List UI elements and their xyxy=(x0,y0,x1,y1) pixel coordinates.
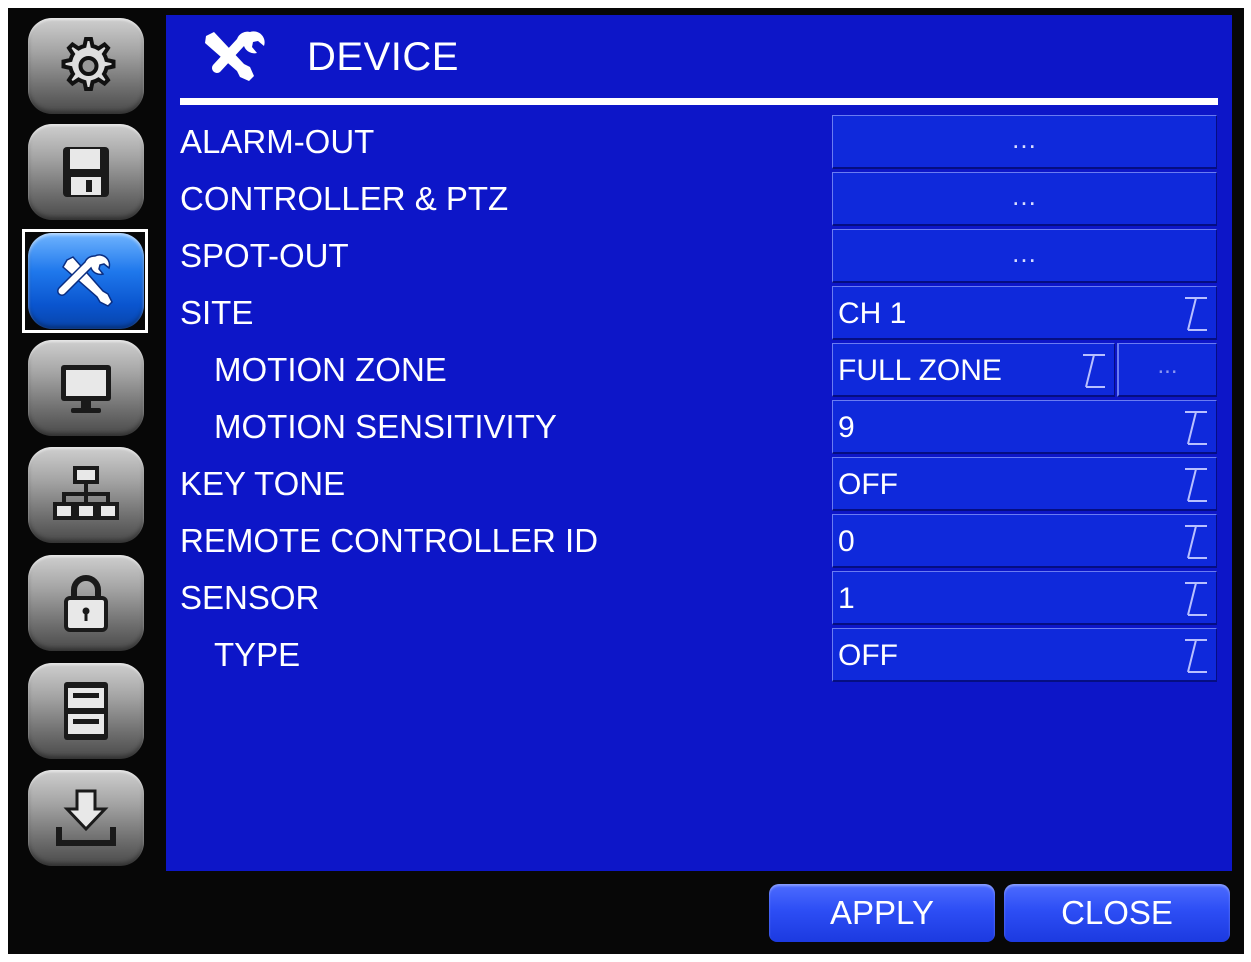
motion-sensitivity-value: 9 xyxy=(838,411,855,444)
label-key-tone: KEY TONE xyxy=(180,465,346,502)
dropdown-arrow-icon xyxy=(1182,465,1210,505)
label-type: TYPE xyxy=(214,636,301,673)
storage-icon xyxy=(64,682,108,740)
motion-zone-setup-button[interactable]: ... xyxy=(1117,343,1217,397)
apply-button[interactable]: APPLY xyxy=(769,884,995,942)
sidebar-item-device[interactable] xyxy=(28,233,144,329)
controller-ptz-value: ... xyxy=(1012,181,1037,211)
label-remote-controller-id: REMOTE CONTROLLER ID xyxy=(180,522,599,559)
dropdown-arrow-icon xyxy=(1182,636,1210,676)
site-value: CH 1 xyxy=(838,297,907,330)
dropdown-arrow-icon xyxy=(1182,408,1210,448)
sidebar-item-storage[interactable] xyxy=(28,663,144,759)
remote-controller-id-value: 0 xyxy=(838,525,855,558)
sidebar-item-security[interactable] xyxy=(28,555,144,651)
alarm-out-button[interactable]: ... xyxy=(832,115,1217,169)
label-controller-ptz: CONTROLLER & PTZ xyxy=(180,180,509,217)
monitor-icon xyxy=(61,365,111,413)
wrench-screwdriver-icon xyxy=(57,254,113,307)
label-motion-sensitivity: MOTION SENSITIVITY xyxy=(214,408,557,445)
sidebar-item-display[interactable] xyxy=(28,340,144,436)
motion-zone-value: FULL ZONE xyxy=(838,354,1002,387)
label-site: SITE xyxy=(180,294,254,331)
sensor-type-select[interactable]: OFF xyxy=(832,628,1217,682)
sidebar-item-backup[interactable] xyxy=(28,770,144,866)
header-divider xyxy=(180,98,1218,105)
motion-zone-select[interactable]: FULL ZONE xyxy=(832,343,1115,397)
sensor-value: 1 xyxy=(838,582,855,615)
sensor-select[interactable]: 1 xyxy=(832,571,1217,625)
alarm-out-value: ... xyxy=(1012,124,1037,154)
label-spot-out: SPOT-OUT xyxy=(180,237,349,274)
sensor-type-value: OFF xyxy=(838,639,898,672)
download-icon xyxy=(56,789,116,846)
label-motion-zone: MOTION ZONE xyxy=(214,351,447,388)
dropdown-arrow-icon xyxy=(1080,351,1108,391)
sidebar-item-record[interactable] xyxy=(28,124,144,220)
label-sensor: SENSOR xyxy=(180,579,320,616)
dropdown-arrow-icon xyxy=(1182,294,1210,334)
wrench-screwdriver-icon xyxy=(205,31,265,81)
sidebar-item-network[interactable] xyxy=(28,447,144,543)
page-title: DEVICE xyxy=(307,35,459,79)
spot-out-value: ... xyxy=(1012,238,1037,268)
dropdown-arrow-icon xyxy=(1182,579,1210,619)
network-icon xyxy=(53,466,119,520)
spot-out-button[interactable]: ... xyxy=(832,229,1217,283)
dropdown-arrow-icon xyxy=(1182,522,1210,562)
site-select[interactable]: CH 1 xyxy=(832,286,1217,340)
sidebar-item-settings[interactable] xyxy=(28,18,144,114)
gear-icon xyxy=(61,37,116,91)
key-tone-select[interactable]: OFF xyxy=(832,457,1217,511)
close-button[interactable]: CLOSE xyxy=(1004,884,1230,942)
motion-zone-setup-label: ... xyxy=(1157,352,1178,379)
lock-icon xyxy=(64,575,108,632)
motion-sensitivity-select[interactable]: 9 xyxy=(832,400,1217,454)
label-alarm-out: ALARM-OUT xyxy=(180,123,375,160)
key-tone-value: OFF xyxy=(838,468,898,501)
controller-ptz-button[interactable]: ... xyxy=(832,172,1217,226)
remote-controller-id-select[interactable]: 0 xyxy=(832,514,1217,568)
floppy-disk-icon xyxy=(63,147,109,197)
